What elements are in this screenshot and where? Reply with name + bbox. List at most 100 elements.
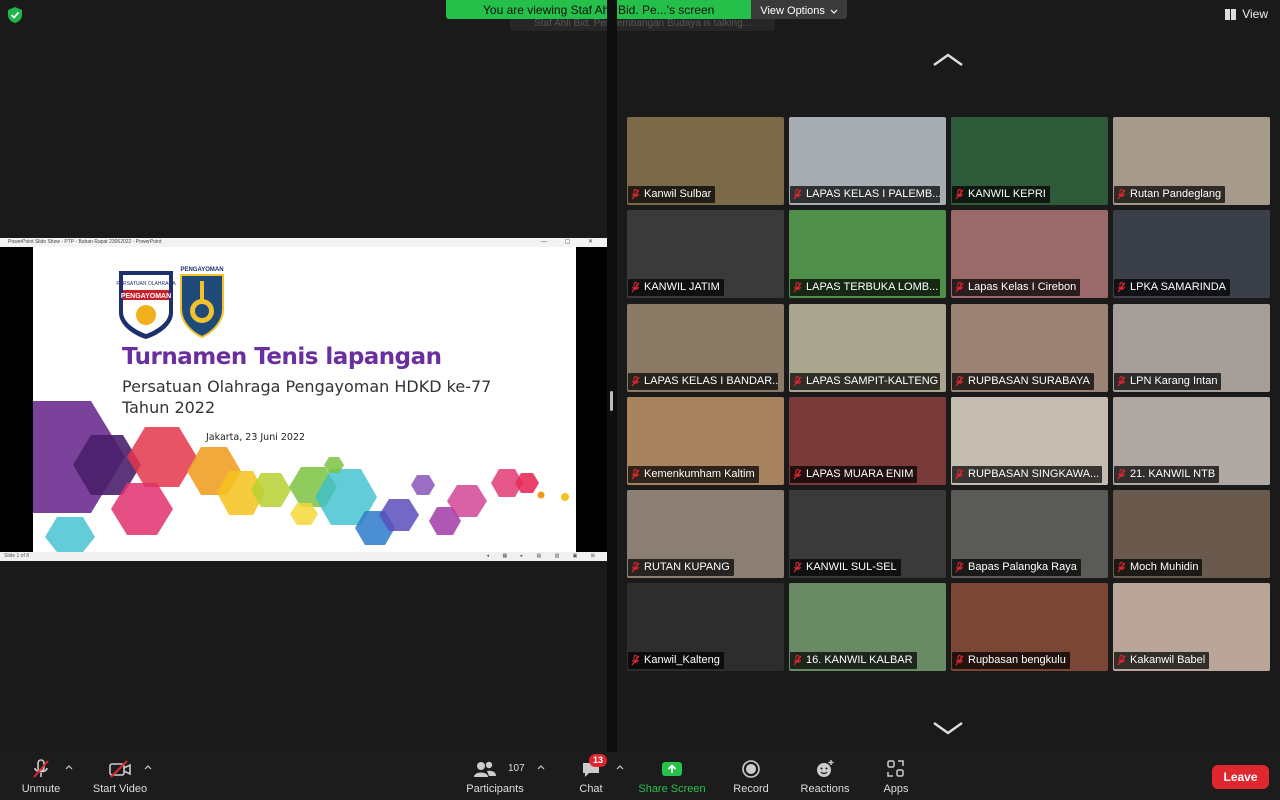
participant-name-tag: KANWIL JATIM — [628, 279, 724, 297]
panel-divider[interactable] — [607, 0, 617, 752]
muted-microphone-icon — [955, 189, 964, 200]
participant-tile[interactable]: Rupbasan bengkulu — [951, 583, 1108, 672]
participant-tile[interactable]: Kanwil Sulbar — [627, 117, 784, 205]
slide-subtitle: Persatuan Olahraga Pengayoman HDKD ke-77… — [122, 376, 491, 418]
participant-name-tag: RUPBASAN SURABAYA — [952, 372, 1094, 390]
zoom-meeting-window: You are viewing Staf Ahli Bid. Pe...'s s… — [0, 0, 1280, 800]
participant-tile[interactable]: Kanwil_Kalteng — [627, 583, 784, 672]
participant-name-tag: RUPBASAN SINGKAWA... — [952, 465, 1102, 483]
kemenkumham-logo: PENGAYOMAN — [180, 267, 224, 339]
participant-name: Kanwil Sulbar — [644, 188, 712, 200]
participant-name-tag: Rutan Pandeglang — [1114, 186, 1226, 203]
shield-check-icon[interactable] — [8, 7, 22, 23]
chevron-up-icon[interactable] — [65, 765, 73, 770]
slideshow-controls[interactable]: ◂ ▦ ▸ ▤ ▥ ▣ ⊞ — [487, 552, 601, 561]
chevron-down-icon[interactable] — [932, 721, 964, 735]
participant-tile[interactable]: 16. KANWIL KALBAR — [789, 583, 946, 672]
participant-name: KANWIL KEPRI — [968, 188, 1046, 200]
participant-tile[interactable]: Kakanwil Babel — [1113, 583, 1270, 672]
participant-name-tag: RUTAN KUPANG — [628, 559, 734, 577]
smiley-plus-icon — [817, 760, 834, 777]
participant-name-tag: Moch Muhidin — [1114, 559, 1203, 577]
participant-name-tag: 16. KANWIL KALBAR — [790, 652, 917, 670]
participant-name-tag: Lapas Kelas I Cirebon — [952, 279, 1081, 297]
muted-microphone-icon — [33, 759, 49, 778]
svg-text:PENGAYOMAN: PENGAYOMAN — [180, 267, 223, 273]
view-button[interactable]: View — [1225, 7, 1268, 21]
participant-gallery: Kanwil Sulbar LAPAS KELAS I PALEMB... KANW… — [627, 117, 1270, 673]
muted-microphone-icon — [631, 468, 640, 480]
powerpoint-status-bar: Slide 1 of 8 ◂ ▦ ▸ ▤ ▥ ▣ ⊞ — [0, 552, 609, 561]
view-button-label: View — [1242, 7, 1268, 21]
participant-tile[interactable]: KANWIL JATIM — [627, 210, 784, 299]
chevron-up-icon[interactable] — [537, 765, 545, 770]
view-options-label: View Options — [760, 5, 825, 17]
unmute-button[interactable]: Unmute — [18, 752, 64, 800]
participant-name: Moch Muhidin — [1130, 561, 1199, 574]
participant-name: LAPAS KELAS I BANDAR... — [644, 374, 778, 387]
participant-tile[interactable]: KANWIL KEPRI — [951, 117, 1108, 205]
participant-name-tag: LAPAS MUARA ENIM — [790, 465, 918, 483]
svg-text:PERSATUAN OLAHRAGA: PERSATUAN OLAHRAGA — [116, 281, 176, 287]
participant-tile[interactable]: LPN Karang Intan — [1113, 303, 1270, 392]
view-options-button[interactable]: View Options — [751, 0, 847, 19]
screen-share-banner: You are viewing Staf Ahli Bid. Pe...'s s… — [446, 0, 847, 19]
participant-name-tag: LAPAS TERBUKA LOMB... — [790, 279, 940, 297]
muted-microphone-icon — [1117, 282, 1126, 293]
divider-drag-handle[interactable] — [610, 391, 613, 411]
participant-tile[interactable]: KANWIL SUL-SEL — [789, 490, 946, 579]
participant-tile[interactable]: RUPBASAN SURABAYA — [951, 303, 1108, 392]
participant-name-tag: Rupbasan bengkulu — [952, 652, 1070, 670]
participant-tile[interactable]: LAPAS TERBUKA LOMB... — [789, 210, 946, 299]
participant-name: LAPAS MUARA ENIM — [806, 467, 914, 480]
participant-tile[interactable]: LAPAS KELAS I BANDAR... — [627, 303, 784, 392]
muted-microphone-icon — [793, 468, 802, 480]
participant-tile[interactable]: Bapas Palangka Raya — [951, 490, 1108, 579]
participant-tile[interactable]: Rutan Pandeglang — [1113, 117, 1270, 205]
participant-tile[interactable]: RUTAN KUPANG — [627, 490, 784, 579]
powerpoint-window-title: PowerPoint Slide Show - PTP - Bahan Rapa… — [8, 239, 162, 245]
pengayoman-badge-logo: PENGAYOMAN PERSATUAN OLAHRAGA — [116, 271, 176, 339]
participant-name: Lapas Kelas I Cirebon — [968, 281, 1077, 294]
participant-name-tag: LAPAS SAMPIT-KALTENG — [790, 372, 940, 390]
muted-microphone-icon — [1117, 375, 1126, 386]
reactions-button[interactable]: Reactions — [796, 752, 854, 800]
participant-name: Rutan Pandeglang — [1130, 188, 1222, 200]
chevron-up-icon[interactable] — [144, 765, 152, 770]
chevron-up-icon[interactable] — [932, 53, 964, 67]
participants-icon — [474, 761, 496, 777]
apps-button[interactable]: Apps — [878, 752, 914, 800]
share-screen-button[interactable]: Share Screen — [636, 752, 708, 800]
participant-name-tag: LAPAS KELAS I BANDAR... — [628, 372, 778, 390]
participant-tile[interactable]: Lapas Kelas I Cirebon — [951, 210, 1108, 299]
muted-microphone-icon — [1117, 562, 1126, 573]
participant-name: LAPAS SAMPIT-KALTENG — [806, 374, 939, 387]
muted-microphone-icon — [793, 655, 802, 666]
muted-microphone-icon — [631, 655, 640, 666]
participant-name-tag: LAPAS KELAS I PALEMB... — [790, 186, 940, 203]
muted-microphone-icon — [631, 562, 640, 573]
apps-label: Apps — [883, 783, 909, 795]
chevron-up-icon[interactable] — [616, 765, 624, 770]
muted-microphone-icon — [631, 189, 640, 200]
slideshow-area: PENGAYOMAN PERSATUAN OLAHRAGA PENGAYOMAN — [0, 247, 609, 552]
participant-tile[interactable]: 21. KANWIL NTB — [1113, 396, 1270, 485]
participant-name: KANWIL JATIM — [644, 281, 720, 294]
powerpoint-title-bar: PowerPoint Slide Show - PTP - Bahan Rapa… — [0, 238, 609, 247]
participant-name: Kemenkumham Kaltim — [644, 467, 755, 480]
participant-tile[interactable]: Moch Muhidin — [1113, 490, 1270, 579]
participant-tile[interactable]: LAPAS KELAS I PALEMB... — [789, 117, 946, 205]
shared-screen: PowerPoint Slide Show - PTP - Bahan Rapa… — [0, 238, 609, 561]
participant-tile[interactable]: RUPBASAN SINGKAWA... — [951, 396, 1108, 485]
chat-button[interactable]: Chat 13 — [575, 752, 608, 800]
muted-microphone-icon — [793, 562, 802, 573]
participant-tile[interactable]: Kemenkumham Kaltim — [627, 396, 784, 485]
start-video-button[interactable]: Start Video — [88, 752, 152, 800]
participants-button[interactable]: Participants 107 — [462, 752, 528, 800]
record-button[interactable]: Record — [728, 752, 774, 800]
participant-name: 16. KANWIL KALBAR — [806, 654, 913, 667]
participant-tile[interactable]: LAPAS MUARA ENIM — [789, 396, 946, 485]
participant-tile[interactable]: LAPAS SAMPIT-KALTENG — [789, 303, 946, 392]
participant-tile[interactable]: LPKA SAMARINDA — [1113, 210, 1270, 299]
leave-button[interactable]: Leave — [1212, 765, 1269, 789]
